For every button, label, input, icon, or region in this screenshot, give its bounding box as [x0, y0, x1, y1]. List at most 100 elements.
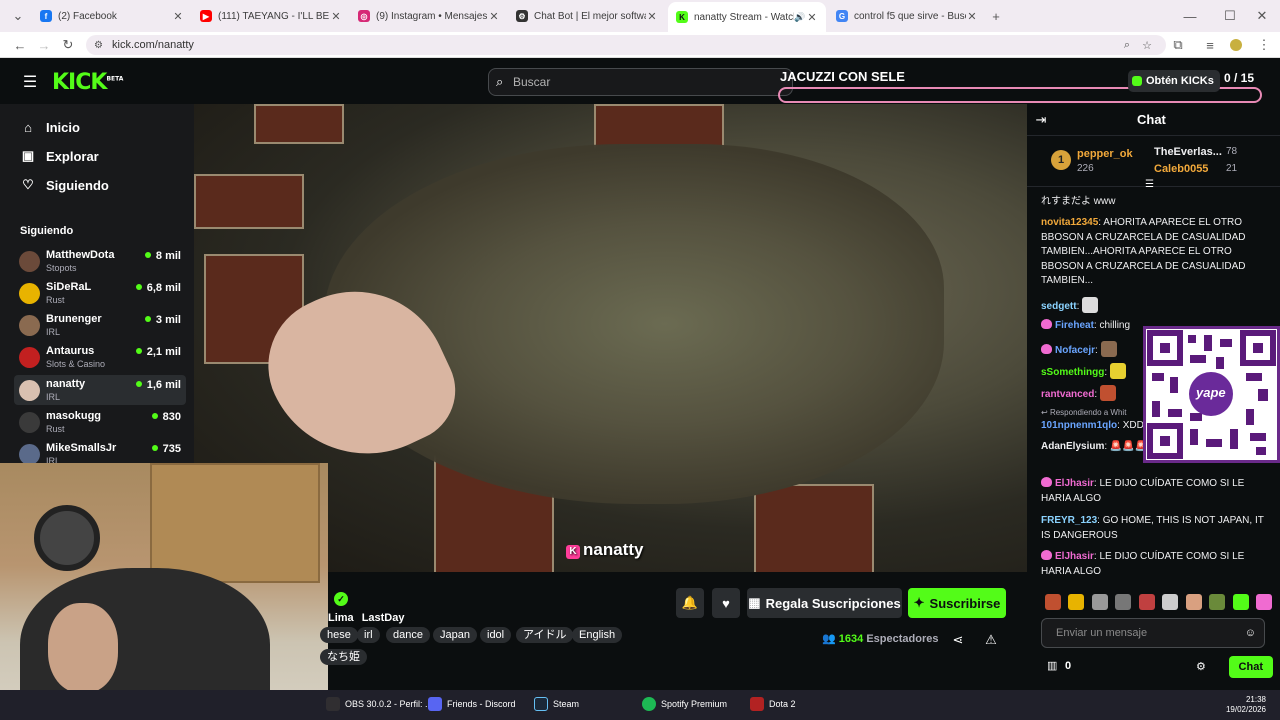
- reload-icon[interactable]: ↻: [58, 35, 78, 55]
- channel-item-masokugg[interactable]: masokugg Rust 830: [14, 407, 186, 437]
- points-icon[interactable]: ▥: [1047, 659, 1057, 672]
- forward-icon[interactable]: →: [34, 35, 54, 55]
- system-clock[interactable]: 21:38 19/02/2026: [1226, 695, 1266, 715]
- chat-username[interactable]: Nofacejr: [1055, 345, 1095, 356]
- heart-icon: ♡: [22, 177, 34, 192]
- leader-name[interactable]: TheEverlas...: [1154, 146, 1222, 158]
- channel-item-sideral[interactable]: SiDeRaL Rust 6,8 mil: [14, 278, 186, 308]
- chat-username[interactable]: ElJhasir: [1055, 551, 1094, 562]
- subscribe-button[interactable]: ✦ Suscribirse: [908, 588, 1006, 618]
- profile-icon[interactable]: [1226, 35, 1246, 55]
- speaker-icon[interactable]: 🔊: [794, 12, 806, 23]
- gift-subs-button[interactable]: ▦ Regala Suscripciones: [747, 588, 902, 618]
- tab-list-icon[interactable]: ⌄: [8, 6, 28, 26]
- browser-tab[interactable]: ⚙ Chat Bot | El mejor software pa ✕: [508, 4, 666, 28]
- stream-tag[interactable]: idol: [480, 627, 512, 643]
- close-tab-icon[interactable]: ✕: [966, 10, 978, 23]
- stream-tag[interactable]: Japan: [433, 627, 477, 643]
- emote-icon[interactable]: [1138, 594, 1155, 610]
- emote-icon[interactable]: [1209, 594, 1226, 610]
- channel-item-nanatty[interactable]: nanatty IRL 1,6 mil: [14, 375, 186, 405]
- channel-viewers: 3 mil: [145, 314, 181, 326]
- new-tab-icon[interactable]: +: [986, 6, 1006, 26]
- stream-tag[interactable]: なち姫: [320, 649, 367, 665]
- chat-username[interactable]: ElJhasir: [1055, 478, 1094, 489]
- stream-tag[interactable]: dance: [386, 627, 430, 643]
- chat-username[interactable]: sedgett: [1041, 301, 1077, 312]
- emote-icon[interactable]: [1045, 594, 1061, 610]
- media-control-icon[interactable]: ≡: [1200, 35, 1220, 55]
- report-icon[interactable]: ⚠: [981, 630, 1001, 650]
- minimize-icon[interactable]: —: [1180, 6, 1200, 26]
- share-icon[interactable]: ⋖: [948, 630, 968, 650]
- taskbar-app-spotify[interactable]: Spotify Premium: [642, 697, 727, 711]
- close-window-icon[interactable]: ✕: [1252, 6, 1272, 26]
- emote-icon[interactable]: [1068, 594, 1085, 610]
- emote-icon[interactable]: [1162, 594, 1179, 610]
- chat-username[interactable]: FREYR_123: [1041, 515, 1097, 526]
- chat-username[interactable]: rantvanced: [1041, 389, 1094, 400]
- browser-tab[interactable]: ▶ (111) TAEYANG - I'LL BE THERE ✕: [192, 4, 350, 28]
- emote-icon[interactable]: [1232, 594, 1249, 610]
- taskbar-app-steam[interactable]: Steam: [534, 697, 579, 711]
- get-kicks-button[interactable]: Obtén KICKs: [1128, 70, 1220, 92]
- browser-tab[interactable]: ◎ (9) Instagram • Mensajes ✕: [350, 4, 508, 28]
- taskbar-app-dota[interactable]: Dota 2: [750, 697, 796, 711]
- expand-leaderboard-icon[interactable]: ☰: [1145, 179, 1154, 190]
- url-field[interactable]: ⚙ kick.com/nanatty ⌕ ☆: [86, 35, 1166, 55]
- taskbar-app-obs[interactable]: OBS 30.0.2 - Perfil: ...: [326, 697, 433, 711]
- leader-name[interactable]: Caleb0055: [1154, 163, 1208, 175]
- emote-icon[interactable]: [1256, 594, 1273, 610]
- search-input[interactable]: ⌕ Buscar: [488, 68, 793, 96]
- taskbar-app-discord[interactable]: Friends - Discord: [428, 697, 516, 711]
- viewer-count: 👥 1634 Espectadores: [822, 632, 938, 645]
- zoom-icon[interactable]: ⌕: [1124, 39, 1130, 52]
- back-icon[interactable]: ←: [10, 35, 30, 55]
- channel-item-brunenger[interactable]: Brunenger IRL 3 mil: [14, 310, 186, 340]
- browser-tab-active[interactable]: K nanatty Stream - Watch Live 🔊 ✕: [668, 2, 826, 32]
- bookmark-icon[interactable]: ☆: [1142, 39, 1152, 52]
- kick-logo[interactable]: KICKBETA: [52, 70, 123, 95]
- emoji-picker-icon[interactable]: ☺: [1245, 627, 1256, 639]
- nav-siguiendo[interactable]: ♡ Siguiendo: [20, 174, 109, 196]
- maximize-icon[interactable]: ☐: [1220, 6, 1240, 26]
- leader-name[interactable]: pepper_ok: [1077, 148, 1133, 160]
- emote-icon[interactable]: [1091, 594, 1108, 610]
- emote-icon[interactable]: [1115, 594, 1132, 610]
- close-tab-icon[interactable]: ✕: [330, 10, 342, 23]
- channel-item-antaurus[interactable]: Antaurus Slots & Casino 2,1 mil: [14, 342, 186, 372]
- nav-inicio[interactable]: ⌂ Inicio: [20, 116, 80, 138]
- chat-username[interactable]: Fireheat: [1055, 320, 1094, 331]
- notification-bell-button[interactable]: 🔔: [676, 588, 704, 618]
- chat-settings-icon[interactable]: ⚙: [1196, 660, 1206, 673]
- chat-username[interactable]: sSomethingg: [1041, 367, 1104, 378]
- browser-tab[interactable]: G control f5 que sirve - Buscar co ✕: [828, 4, 986, 28]
- follow-heart-button[interactable]: ♥: [712, 588, 740, 618]
- chat-send-button[interactable]: Chat: [1228, 656, 1273, 678]
- stream-tag[interactable]: English: [572, 627, 623, 643]
- message-text: :: [1076, 301, 1080, 312]
- close-tab-icon[interactable]: ✕: [646, 10, 658, 23]
- extensions-icon[interactable]: ⧉: [1168, 35, 1188, 55]
- channel-category: Rust: [46, 295, 65, 305]
- chat-message-input[interactable]: Enviar un mensaje ☺: [1041, 618, 1265, 648]
- stream-tag[interactable]: irl: [357, 627, 380, 643]
- hamburger-menu-icon[interactable]: ☰: [20, 72, 40, 92]
- close-tab-icon[interactable]: ✕: [172, 10, 184, 23]
- close-tab-icon[interactable]: ✕: [488, 10, 500, 23]
- chat-username[interactable]: novita12345: [1041, 217, 1098, 228]
- browser-tab[interactable]: f (2) Facebook ✕: [32, 4, 192, 28]
- site-info-icon[interactable]: ⚙: [94, 40, 103, 51]
- browser-menu-icon[interactable]: ⋮: [1254, 35, 1274, 55]
- collapse-chat-icon[interactable]: ⇥: [1031, 110, 1051, 130]
- stream-tag[interactable]: hese: [320, 627, 358, 643]
- emote-icon[interactable]: [1185, 594, 1202, 610]
- overlay-counter: 0 / 15: [1224, 71, 1255, 85]
- stream-tag[interactable]: アイドル: [516, 627, 574, 643]
- close-tab-icon[interactable]: ✕: [806, 11, 818, 24]
- chat-username[interactable]: AdanElysium: [1041, 441, 1104, 452]
- nav-explorar[interactable]: ▣ Explorar: [20, 145, 99, 167]
- emote-icon: [1100, 341, 1117, 357]
- channel-item-matthewdota[interactable]: MatthewDota Stopots 8 mil: [14, 246, 186, 276]
- chat-username[interactable]: 101npnenm1qlo: [1041, 420, 1117, 431]
